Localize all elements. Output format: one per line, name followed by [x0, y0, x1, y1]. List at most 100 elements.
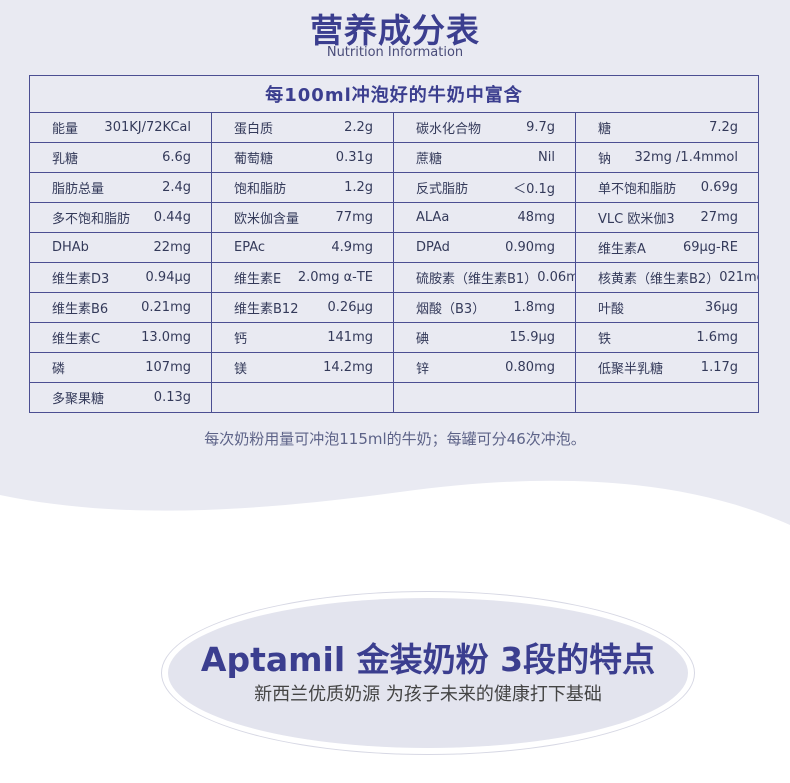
table-row: 乳糖 6.6g 葡萄糖 0.31g 蔗糖 Nil 钠 32mg /1.4mmol — [29, 142, 759, 173]
nutrient-cell: 维生素E 2.0mg α-TE — [211, 262, 394, 293]
serving-note: 每次奶粉用量可冲泡115ml的牛奶；每罐可分46次冲泡。 — [204, 430, 586, 448]
nutrient-cell: 蔗糖 Nil — [393, 142, 576, 173]
nutrient-name: DPAd — [416, 240, 450, 255]
nutrient-cell: 维生素A 69μg-RE — [575, 232, 759, 263]
nutrient-cell: 糖 7.2g — [575, 112, 759, 143]
nutrient-cell: 磷 107mg — [29, 352, 212, 383]
nutrient-cell: 多聚果糖 0.13g — [29, 382, 212, 413]
nutrient-cell: 低聚半乳糖 1.17g — [575, 352, 759, 383]
nutrient-value: 48mg — [517, 210, 555, 225]
nutrient-value: 9.7g — [526, 120, 555, 135]
nutrient-value: 0.31g — [335, 150, 373, 165]
nutrient-value: 77mg — [335, 210, 373, 225]
nutrient-name: 维生素A — [598, 242, 646, 257]
nutrient-cell: 能量 301KJ/72KCal — [29, 112, 212, 143]
nutrient-name: 多聚果糖 — [52, 392, 105, 407]
nutrient-name: 脂肪总量 — [52, 182, 105, 197]
nutrient-cell: 叶酸 36μg — [575, 292, 759, 323]
nutrient-cell: 乳糖 6.6g — [29, 142, 212, 173]
nutrient-name: 维生素C — [52, 332, 101, 347]
nutrient-cell: 硫胺素（维生素B1）0.06mg — [393, 262, 576, 293]
nutrient-name: 维生素E — [234, 272, 282, 287]
nutrient-value: 0.06mg — [537, 270, 574, 285]
feature-tagline: 新西兰优质奶源 为孩子未来的健康打下基础 — [254, 684, 602, 705]
nutrient-value: 27mg — [700, 210, 738, 225]
nutrient-name: EPAc — [234, 240, 266, 255]
nutrient-cell: 单不饱和脂肪 0.69g — [575, 172, 759, 203]
nutrient-cell: 反式脂肪 ＜0.1g — [393, 172, 576, 203]
nutrient-cell: 烟酸（B3） 1.8mg — [393, 292, 576, 323]
nutrient-cell: 铁 1.6mg — [575, 322, 759, 353]
nutrient-value: 7.2g — [709, 120, 738, 135]
nutrition-table: 每100ml冲泡好的牛奶中富含 能量 301KJ/72KCal 蛋白质 2.2g 碳水化… — [29, 75, 759, 413]
nutrient-value: 32mg /1.4mmol — [634, 150, 738, 165]
nutrient-name: 能量 — [52, 122, 79, 137]
nutrient-cell: 维生素D3 0.94μg — [29, 262, 212, 293]
nutrient-name: 烟酸（B3） — [416, 302, 486, 317]
nutrient-name: 多不饱和脂肪 — [52, 212, 131, 227]
nutrient-cell — [393, 382, 576, 413]
wave-divider — [0, 480, 790, 550]
nutrient-cell: 钙 141mg — [211, 322, 394, 353]
page-subtitle: Nutrition Information — [326, 45, 464, 60]
nutrient-name: 核黄素（维生素B2） — [598, 272, 720, 287]
nutrient-cell: 维生素B12 0.26μg — [211, 292, 394, 323]
nutrient-cell: ALAa 48mg — [393, 202, 576, 233]
nutrient-name: 碳水化合物 — [416, 122, 482, 137]
nutrient-value: 6.6g — [162, 150, 191, 165]
table-row: 磷 107mg 镁 14.2mg 锌 0.80mg 低聚半乳糖 1.17g — [29, 352, 759, 383]
nutrient-value: 2.0mg α-TE — [297, 270, 373, 285]
nutrient-value: 1.17g — [700, 360, 738, 375]
nutrient-value: 0.80mg — [505, 360, 555, 375]
nutrient-value: 0.21mg — [141, 300, 191, 315]
nutrient-value: 301KJ/72KCal — [104, 120, 191, 135]
nutrient-name: 糖 — [598, 122, 612, 137]
nutrient-name: 蔗糖 — [416, 152, 443, 167]
table-body: 能量 301KJ/72KCal 蛋白质 2.2g 碳水化合物 9.7g 糖 7.2g 乳糖 6.6… — [29, 112, 759, 413]
nutrient-value: 2.4g — [162, 180, 191, 195]
nutrient-name: 碘 — [416, 332, 430, 347]
nutrient-value: 0.94μg — [145, 270, 191, 285]
nutrition-table-container: 每100ml冲泡好的牛奶中富含 能量 301KJ/72KCal 蛋白质 2.2g 碳水化… — [29, 75, 759, 413]
nutrient-cell: 锌 0.80mg — [393, 352, 576, 383]
nutrient-value: 22mg — [153, 240, 191, 255]
nutrient-name: DHAb — [52, 240, 89, 255]
nutrient-cell: DPAd 0.90mg — [393, 232, 576, 263]
nutrient-value: 0.69g — [700, 180, 738, 195]
nutrient-cell: DHAb 22mg — [29, 232, 212, 263]
nutrient-value: 1.8mg — [513, 300, 555, 315]
nutrient-name: ALAa — [416, 210, 450, 225]
nutrient-name: 乳糖 — [52, 152, 79, 167]
table-row: 维生素C 13.0mg 钙 141mg 碘 15.9μg 铁 1.6mg — [29, 322, 759, 353]
nutrient-cell: EPAc 4.9mg — [211, 232, 394, 263]
nutrient-cell: 葡萄糖 0.31g — [211, 142, 394, 173]
nutrient-name: 钠 — [598, 152, 612, 167]
nutrient-cell: 饱和脂肪 1.2g — [211, 172, 394, 203]
nutrient-cell: 脂肪总量 2.4g — [29, 172, 212, 203]
table-row: 多不饱和脂肪 0.44g 欧米伽含量 77mg ALAa 48mg VLC 欧米伽3 27mg — [29, 202, 759, 233]
nutrient-value: 13.0mg — [141, 330, 191, 345]
nutrient-name: 维生素D3 — [52, 272, 110, 287]
nutrient-value: 0.90mg — [505, 240, 555, 255]
nutrient-name: 维生素B6 — [52, 302, 109, 317]
nutrient-value: 0.26μg — [327, 300, 373, 315]
nutrient-name: 锌 — [416, 362, 430, 377]
nutrient-name: 钙 — [234, 332, 248, 347]
feature-heading: Aptamil 金装奶粉 3段的特点 — [200, 640, 656, 679]
nutrient-cell: 欧米伽含量 77mg — [211, 202, 394, 233]
nutrient-value: ＜0.1g — [513, 182, 555, 197]
nutrient-name: 低聚半乳糖 — [598, 362, 664, 377]
nutrient-name: 硫胺素（维生素B1） — [416, 272, 538, 287]
table-row: 维生素D3 0.94μg 维生素E 2.0mg α-TE 硫胺素（维生素B1）0.06m… — [29, 262, 759, 293]
nutrient-name: 欧米伽含量 — [234, 212, 300, 227]
nutrient-cell: 碘 15.9μg — [393, 322, 576, 353]
table-row: DHAb 22mg EPAc 4.9mg DPAd 0.90mg 维生素A 69μg-RE — [29, 232, 759, 263]
table-row: 脂肪总量 2.4g 饱和脂肪 1.2g 反式脂肪 ＜0.1g 单不饱和脂肪 0.69g — [29, 172, 759, 203]
nutrient-cell: 核黄素（维生素B2）021mg — [575, 262, 759, 293]
nutrient-cell: 维生素B6 0.21mg — [29, 292, 212, 323]
nutrient-value: Nil — [538, 150, 555, 165]
nutrient-value: 141mg — [327, 330, 373, 345]
nutrient-value: 0.13g — [153, 390, 191, 405]
nutrient-name: 铁 — [598, 332, 612, 347]
nutrient-value: 1.2g — [344, 180, 373, 195]
